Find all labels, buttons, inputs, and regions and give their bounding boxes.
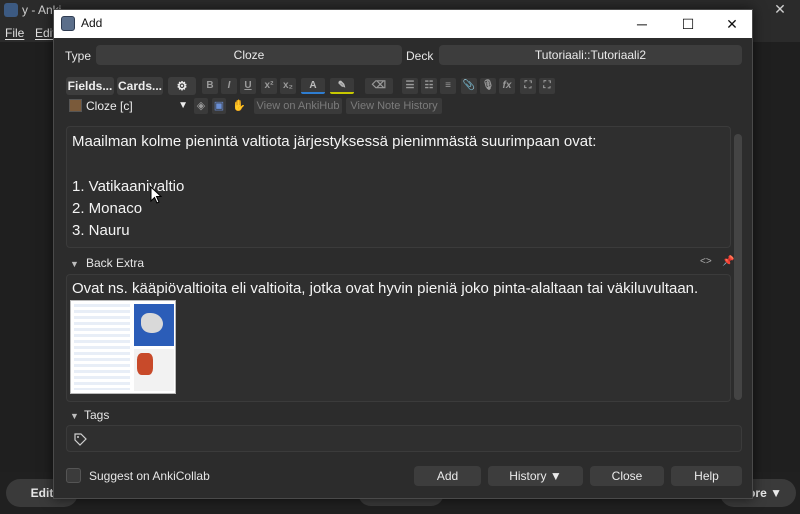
mathjax-inline-icon[interactable]: ⛶ bbox=[539, 78, 555, 94]
notetype-select-value: Cloze [c] bbox=[86, 99, 133, 113]
help-button[interactable]: Help bbox=[671, 466, 742, 486]
suggest-ankicollab-label: Suggest on AnkiCollab bbox=[89, 469, 210, 483]
maximize-icon[interactable]: ☐ bbox=[666, 10, 710, 38]
image-table-thumb bbox=[74, 304, 130, 390]
italic-icon[interactable]: I bbox=[221, 78, 237, 94]
main-window-close-icon[interactable]: ✕ bbox=[772, 1, 788, 17]
mathjax-block-icon[interactable]: ⛶ bbox=[520, 78, 536, 94]
type-label: Type bbox=[65, 49, 92, 63]
back-extra-text: Ovat ns. kääpiövaltioita eli valtioita, … bbox=[72, 280, 699, 297]
cloze-icon[interactable]: ◈ bbox=[194, 98, 208, 114]
html-editor-toggle-icon[interactable]: <> bbox=[700, 256, 712, 267]
text-field[interactable]: Maailman kolme pienintä valtiota järjest… bbox=[66, 126, 731, 248]
eraser-icon[interactable]: ⌫ bbox=[365, 78, 393, 94]
highlight-color-icon[interactable]: ✎ bbox=[330, 78, 354, 94]
dialog-title: Add bbox=[81, 16, 103, 30]
pin-icon[interactable]: 📌 bbox=[722, 256, 734, 267]
back-extra-collapse-icon[interactable]: ▼ bbox=[70, 259, 79, 269]
fields-button[interactable]: Fields... bbox=[66, 77, 114, 95]
mouse-cursor-icon bbox=[150, 186, 162, 204]
subscript-icon[interactable]: x₂ bbox=[280, 78, 296, 94]
tag-icon bbox=[74, 433, 87, 446]
close-button[interactable]: Close bbox=[590, 466, 664, 486]
addon-icon[interactable]: ✋ bbox=[232, 98, 246, 114]
text-line-3: 1. Vatikaanivaltio bbox=[72, 178, 185, 195]
text-line-4: 2. Monaco bbox=[72, 200, 143, 217]
anki-app-icon bbox=[4, 3, 18, 17]
minimize-icon[interactable]: ─ bbox=[620, 10, 664, 38]
add-dialog: Add ─ ☐ ✕ Type Cloze Deck Tutoriaali::Tu… bbox=[53, 9, 753, 499]
attach-icon[interactable]: 📎 bbox=[461, 78, 477, 94]
back-extra-image[interactable] bbox=[70, 300, 176, 394]
suggest-ankicollab-checkbox[interactable] bbox=[66, 468, 81, 483]
image-map-land bbox=[141, 313, 163, 333]
view-on-ankihub-link[interactable]: View on AnkiHub bbox=[254, 98, 342, 114]
record-audio-icon[interactable]: 🎙 bbox=[480, 78, 496, 94]
editor-scrollbar[interactable] bbox=[734, 134, 742, 400]
image-map-red bbox=[137, 353, 153, 375]
cards-button[interactable]: Cards... bbox=[117, 77, 163, 95]
function-icon[interactable]: fx bbox=[499, 78, 515, 94]
notetype-color-swatch bbox=[69, 99, 82, 112]
dialog-titlebar: Add ─ ☐ ✕ bbox=[54, 10, 752, 38]
underline-icon[interactable]: U bbox=[240, 78, 256, 94]
view-note-history-link[interactable]: View Note History bbox=[346, 98, 442, 114]
gear-icon[interactable]: ⚙ bbox=[168, 77, 196, 95]
tags-label: Tags bbox=[84, 408, 110, 422]
chevron-down-icon: ▼ bbox=[178, 100, 188, 111]
add-button[interactable]: Add bbox=[414, 466, 481, 486]
text-line-1: Maailman kolme pienintä valtiota järjest… bbox=[72, 133, 597, 150]
close-icon[interactable]: ✕ bbox=[710, 10, 754, 38]
bold-icon[interactable]: B bbox=[202, 78, 218, 94]
image-occlusion-icon[interactable]: ▣ bbox=[212, 98, 226, 114]
anki-app-icon bbox=[61, 16, 75, 31]
notetype-select[interactable]: Cloze [c] ▼ bbox=[86, 97, 190, 115]
history-button[interactable]: History ▼ bbox=[488, 466, 583, 486]
menu-file[interactable]: File bbox=[5, 26, 24, 40]
superscript-icon[interactable]: x² bbox=[261, 78, 277, 94]
align-icon[interactable]: ≡ bbox=[440, 78, 456, 94]
ordered-list-icon[interactable]: ☷ bbox=[421, 78, 437, 94]
text-color-icon[interactable]: A bbox=[301, 78, 325, 94]
deck-select[interactable]: Tutoriaali::Tutoriaali2 bbox=[439, 45, 742, 65]
text-line-5: 3. Nauru bbox=[72, 222, 130, 239]
tags-collapse-icon[interactable]: ▼ bbox=[70, 411, 79, 421]
back-extra-label: Back Extra bbox=[86, 256, 145, 270]
unordered-list-icon[interactable]: ☰ bbox=[402, 78, 418, 94]
type-select[interactable]: Cloze bbox=[96, 45, 402, 65]
tags-input[interactable] bbox=[66, 425, 742, 452]
deck-label: Deck bbox=[406, 49, 434, 63]
